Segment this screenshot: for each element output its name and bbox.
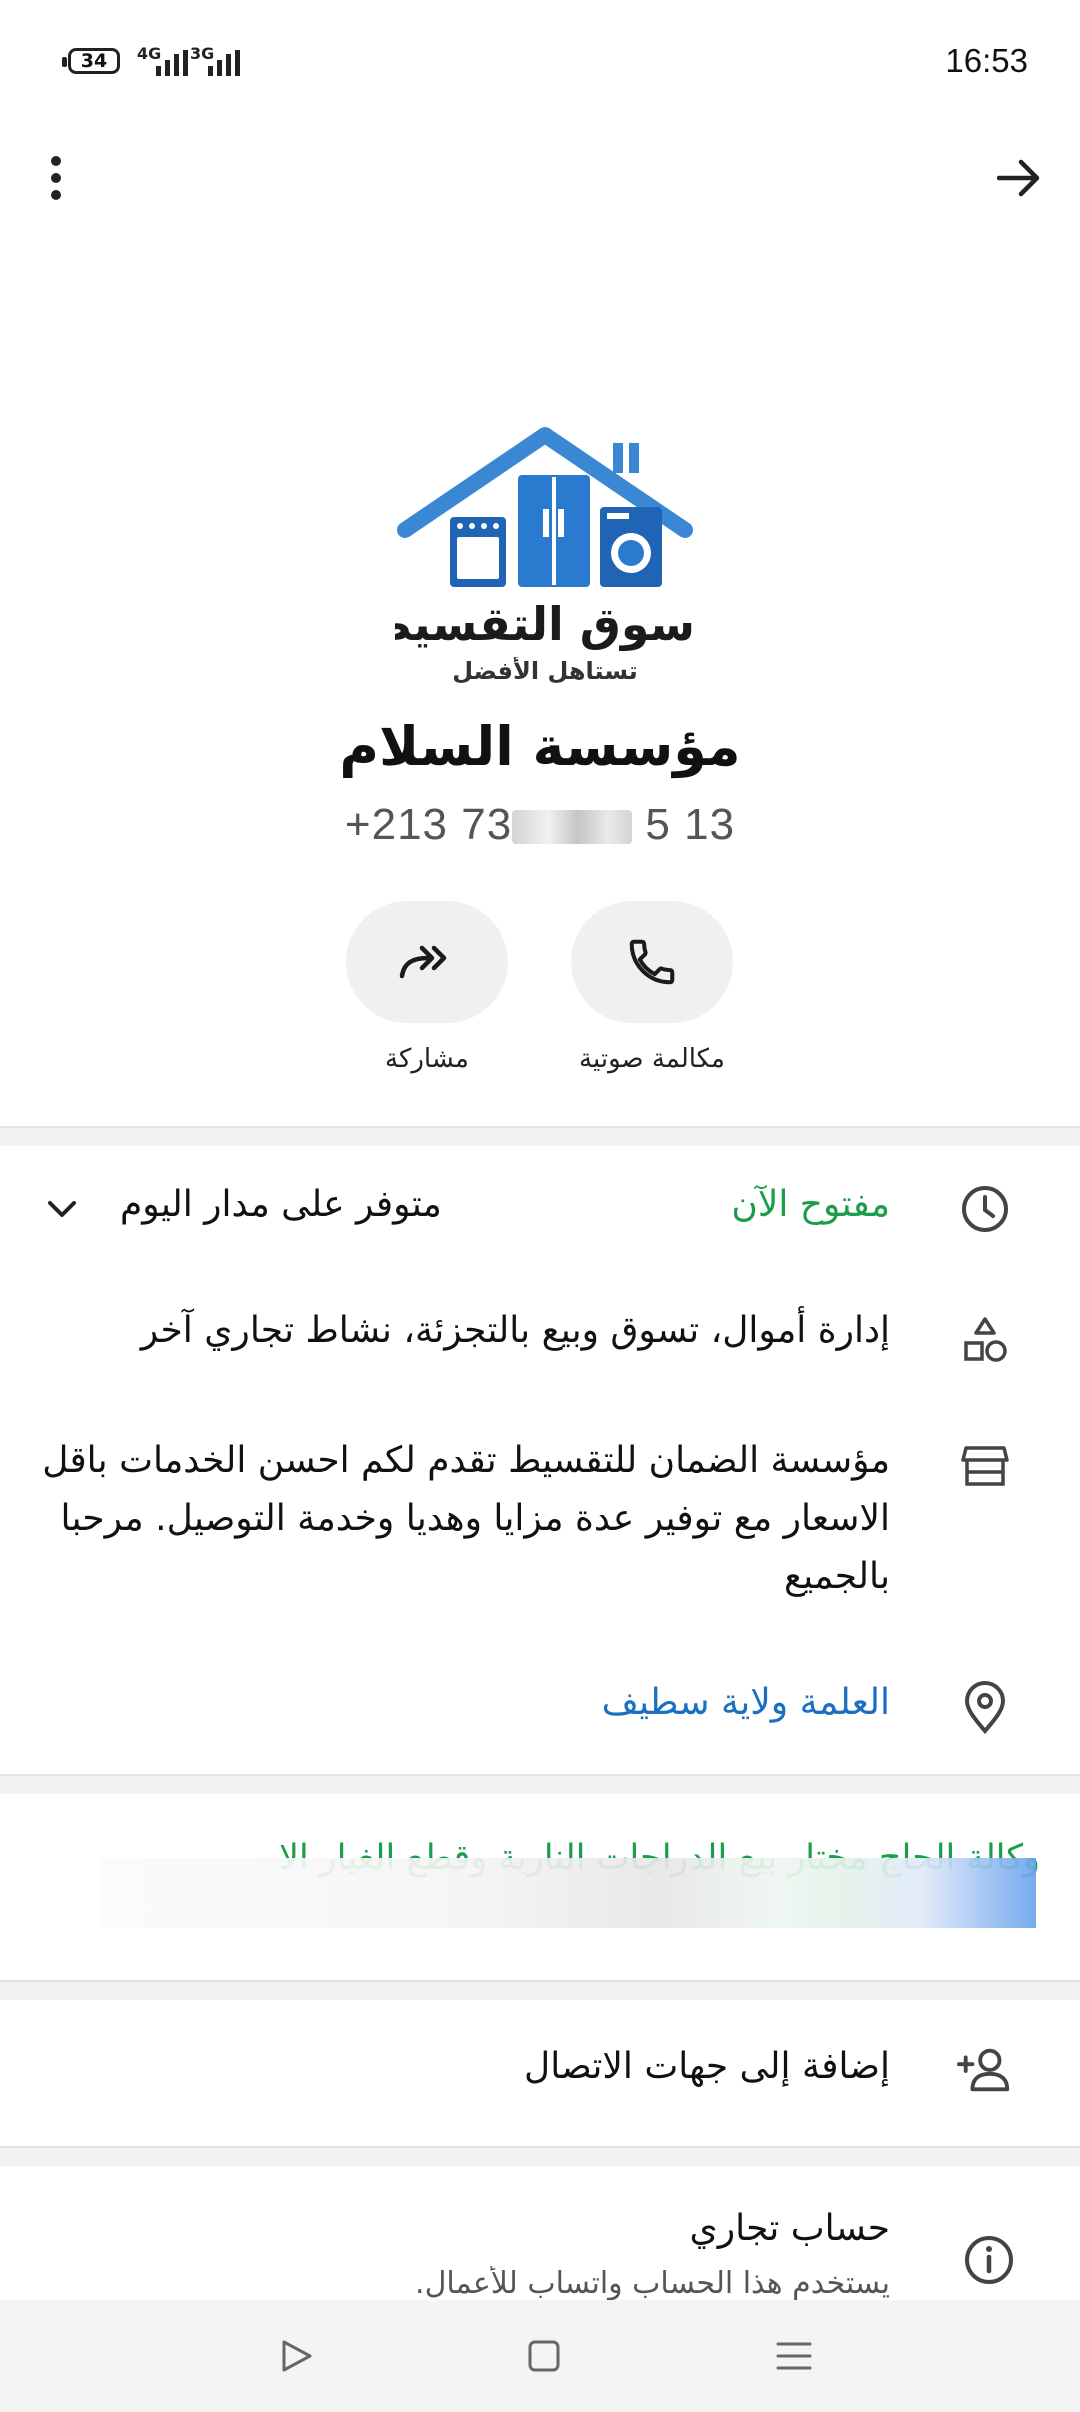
business-account-subtitle: يستخدم هذا الحساب واتساب للأعمال. [415,2266,890,2300]
forward-icon [399,945,447,979]
blurred-thumbnails [100,1858,1036,1928]
info-icon [961,2232,1017,2288]
open-status: مفتوح الآن [731,1184,890,1225]
section-divider [0,1126,1080,1146]
signal-bars-1 [156,50,188,76]
battery-indicator: 34 [62,48,120,74]
phone-visible-part: 73 [461,800,513,849]
nav-back-icon[interactable] [276,2336,316,2380]
share-button[interactable] [346,901,508,1023]
phone-prefix: +213 [344,800,462,849]
business-location[interactable]: العلمة ولاية سطيف [602,1682,890,1723]
category-icon [957,1312,1013,1368]
system-nav-bar [0,2300,1080,2412]
phone-icon [629,939,675,985]
business-logo: سوق التقسيط تستاهل الأفضل [395,425,695,695]
business-description: مؤسسة الضمان للتقسيط تقدم لكم احسن الخدم… [42,1440,890,1597]
status-bar: 34 4G 3G 16:53 [0,0,1080,120]
share-label: مشاركة [385,1044,469,1074]
nav-menu-icon[interactable] [774,2336,814,2380]
more-vert-icon[interactable] [16,138,96,218]
location-icon [957,1680,1013,1736]
clock-icon [957,1181,1013,1237]
nav-home-icon[interactable] [524,2336,564,2380]
phone-number: +213 73 5 13 [0,800,1080,850]
phone-suffix: 5 13 [632,800,736,849]
business-account-title: حساب تجاري [689,2208,890,2249]
business-category: إدارة أموال، تسوق وبيع بالتجزئة، نشاط تج… [140,1310,890,1351]
add-to-contacts[interactable]: إضافة إلى جهات الاتصال [524,2046,890,2087]
phone-redacted [512,810,633,845]
chevron-down-icon[interactable] [34,1181,90,1237]
logo-tagline: تستاهل الأفضل [452,657,638,685]
arrow-forward-icon[interactable] [980,138,1060,218]
section-divider [0,2146,1080,2166]
logo-title: سوق التقسيط [395,597,695,651]
hours-detail[interactable]: متوفر على مدار اليوم [120,1184,442,1225]
voice-call-label: مكالمة صوتية [579,1044,725,1074]
business-account-subtitle-wrap: يستخدم هذا الحساب واتساب للأعمال. [190,2266,890,2300]
contact-name: مؤسسة السلام [339,715,741,778]
section-divider [0,1980,1080,2000]
clock: 16:53 [945,42,1028,79]
signal-bars-2 [208,50,240,76]
store-icon [957,1438,1013,1494]
voice-call-button[interactable] [571,901,733,1023]
section-divider [0,1774,1080,1794]
add-contact-icon[interactable] [957,2042,1013,2098]
